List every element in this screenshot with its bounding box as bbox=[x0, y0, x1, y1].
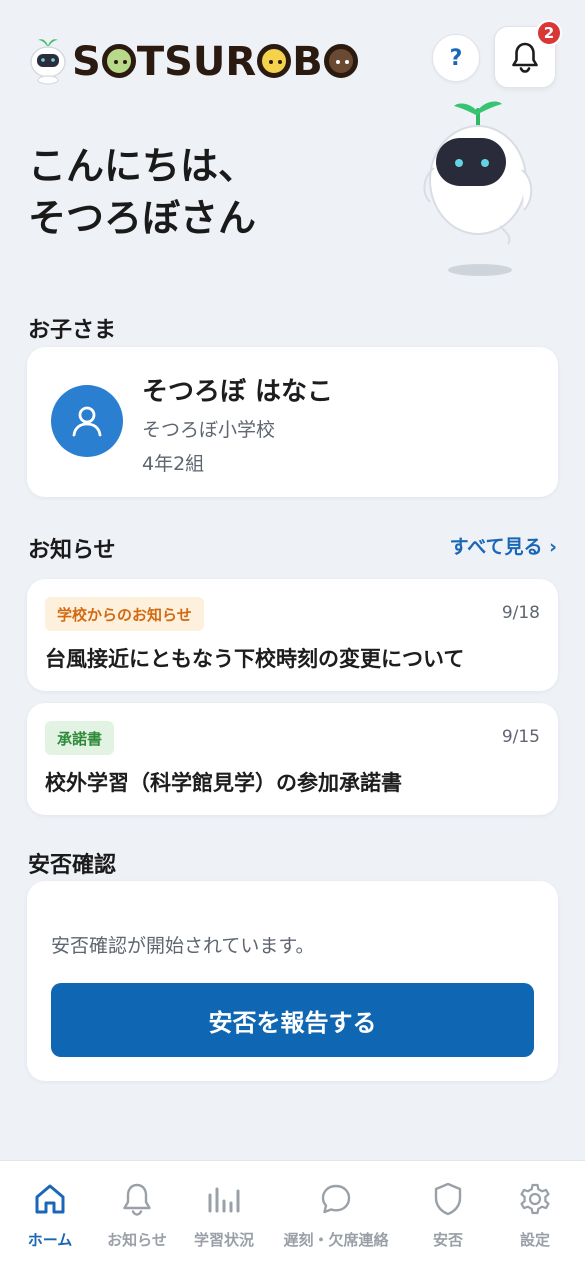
notice-date: 9/15 bbox=[501, 727, 540, 747]
logo-wordmark: S TSUR B bbox=[72, 40, 359, 84]
notice-item[interactable]: 学校からのお知らせ 9/18 台風接近にともなう下校時刻の変更について bbox=[27, 579, 558, 691]
nav-label: お知らせ bbox=[107, 1231, 167, 1249]
notice-title: 台風接近にともなう下校時刻の変更について bbox=[45, 647, 465, 671]
child-school: そつろぼ小学校 bbox=[142, 419, 276, 441]
child-name: そつろぼ はなこ bbox=[142, 377, 334, 407]
child-class: 4年2組 bbox=[142, 453, 205, 475]
nav-item-safety[interactable]: 安否 bbox=[398, 1179, 498, 1259]
greeting-heading: こんにちは、 そつろぼさん bbox=[28, 140, 388, 244]
safety-check-card: 安否確認が開始されています。 安否を報告する bbox=[27, 881, 558, 1081]
help-button[interactable]: ? bbox=[432, 34, 480, 82]
report-safety-button[interactable]: 安否を報告する bbox=[51, 983, 534, 1057]
bell-icon bbox=[123, 1183, 151, 1216]
greeting-line-2: そつろぼさん bbox=[28, 196, 257, 240]
bottom-navigation: ホーム お知らせ 学習状況 遅刻・欠席連絡 安否 設定 bbox=[0, 1160, 585, 1266]
safety-section-title: 安否確認 bbox=[28, 853, 117, 878]
nav-item-learning-status[interactable]: 学習状況 bbox=[174, 1179, 274, 1259]
nav-item-settings[interactable]: 設定 bbox=[485, 1179, 585, 1259]
notification-count-badge: 2 bbox=[536, 20, 562, 46]
child-card[interactable]: そつろぼ はなこ そつろぼ小学校 4年2組 bbox=[27, 347, 558, 497]
see-all-link[interactable]: すべて見る › bbox=[450, 532, 557, 559]
greeting-line-1: こんにちは、 bbox=[28, 144, 257, 188]
help-icon: ? bbox=[449, 45, 463, 71]
shield-icon bbox=[434, 1182, 462, 1216]
notices-section-title: お知らせ bbox=[28, 538, 116, 563]
robot-mascot-illustration bbox=[423, 101, 533, 276]
nav-label: 設定 bbox=[519, 1231, 550, 1249]
notice-title: 校外学習（科学館見学）の参加承諾書 bbox=[45, 771, 402, 795]
children-section-title: お子さま bbox=[28, 318, 117, 343]
notice-date: 9/18 bbox=[501, 603, 540, 623]
notice-category-tag: 承諾書 bbox=[45, 721, 115, 755]
chat-icon bbox=[321, 1184, 351, 1214]
gear-icon bbox=[520, 1183, 550, 1215]
nav-item-absence-contact[interactable]: 遅刻・欠席連絡 bbox=[283, 1179, 389, 1259]
home-icon bbox=[35, 1184, 65, 1214]
person-icon bbox=[72, 406, 102, 437]
app-logo: S TSUR B bbox=[26, 30, 366, 90]
notice-category-tag: 学校からのお知らせ bbox=[45, 597, 204, 631]
avatar bbox=[51, 385, 123, 457]
nav-item-notices[interactable]: お知らせ bbox=[87, 1179, 187, 1259]
safety-status-message: 安否確認が開始されています。 bbox=[51, 935, 315, 957]
nav-label: 学習状況 bbox=[193, 1231, 254, 1249]
nav-label: ホーム bbox=[27, 1231, 73, 1249]
notice-item[interactable]: 承諾書 9/15 校外学習（科学館見学）の参加承諾書 bbox=[27, 703, 558, 815]
nav-label: 安否 bbox=[432, 1231, 463, 1249]
bar-chart-icon bbox=[208, 1187, 240, 1213]
robot-logo-icon bbox=[30, 39, 66, 85]
nav-label: 遅刻・欠席連絡 bbox=[283, 1231, 389, 1249]
bell-icon bbox=[512, 42, 538, 73]
nav-item-home[interactable]: ホーム bbox=[0, 1179, 100, 1259]
